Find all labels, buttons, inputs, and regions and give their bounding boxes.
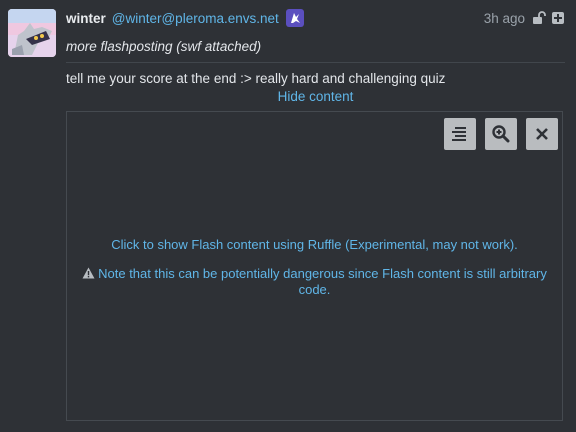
menu-button[interactable] [444, 118, 476, 150]
post-header: winter @winter@pleroma.envs.net [66, 9, 304, 27]
zoom-in-icon [492, 125, 510, 143]
close-button[interactable] [526, 118, 558, 150]
bot-badge-icon [285, 9, 304, 27]
close-icon [536, 128, 548, 140]
timestamp[interactable]: 3h ago [484, 11, 525, 26]
post-meta: 3h ago [484, 9, 564, 27]
expand-plus-icon[interactable] [552, 12, 564, 24]
unlocked-icon [533, 11, 546, 24]
subject-divider [66, 62, 565, 63]
display-name[interactable]: winter [66, 11, 106, 26]
warning-triangle-icon [82, 267, 95, 279]
avatar[interactable] [8, 9, 56, 57]
status-post: winter @winter@pleroma.envs.net 3h ago m… [0, 0, 576, 432]
flash-warning-text: Note that this can be potentially danger… [98, 266, 547, 297]
flash-attachment[interactable]: Click to show Flash content using Ruffle… [66, 111, 563, 421]
menu-lines-icon [452, 127, 466, 141]
zoom-button[interactable] [485, 118, 517, 150]
flash-warning: Note that this can be potentially danger… [67, 266, 562, 298]
flash-toolbar [444, 118, 558, 150]
post-body: tell me your score at the end :> really … [66, 71, 446, 86]
flash-click-message[interactable]: Click to show Flash content using Ruffle… [67, 237, 562, 252]
post-subject: more flashposting (swf attached) [66, 39, 262, 54]
user-handle[interactable]: @winter@pleroma.envs.net [112, 11, 279, 26]
hide-content-link[interactable]: Hide content [66, 89, 565, 104]
